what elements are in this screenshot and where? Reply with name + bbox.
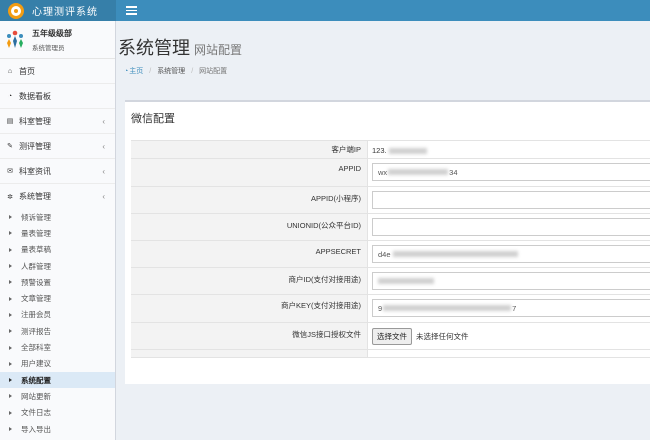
sidebar-item-dashboard[interactable]: ◔ 数据看板 xyxy=(0,84,115,109)
client-ip-value: 123. xyxy=(372,146,427,155)
dashboard-icon: ◔ xyxy=(124,68,129,75)
caret-right-icon xyxy=(9,215,12,220)
merchant-id-input[interactable] xyxy=(372,272,650,290)
form-row-appid: APPID wx 34 xyxy=(131,159,650,187)
chevron-left-icon: ‹ xyxy=(102,166,105,176)
field-label: 微信JS接口授权文件 xyxy=(131,323,368,349)
sidebar-item-label: 首页 xyxy=(19,66,35,76)
form-row-client-ip: 客户端IP 123. xyxy=(131,141,650,159)
sidebar-subitem[interactable]: 测评报告 xyxy=(0,323,115,339)
edit-icon: ✎ xyxy=(7,143,13,150)
appid-mini-input[interactable] xyxy=(372,191,650,209)
home-icon: ⌂ xyxy=(7,67,13,75)
caret-right-icon xyxy=(9,329,12,334)
sidebar: 五年级级部 系统管理员 ⌂ 首页 ◔ 数据看板 ▤ 科室管理 ‹ ✎ 测评管理 … xyxy=(0,21,116,440)
logo[interactable]: 心理测评系统 xyxy=(0,0,116,21)
caret-right-icon xyxy=(9,247,12,252)
caret-right-icon xyxy=(9,410,12,415)
sidebar-subitem-active[interactable]: 系统配置 xyxy=(0,371,115,389)
breadcrumb-current: 网站配置 xyxy=(199,68,228,75)
logo-icon xyxy=(8,2,24,19)
field-label: APPID xyxy=(131,159,368,186)
chevron-left-icon: ‹ xyxy=(102,116,105,126)
breadcrumb-home[interactable]: ◔主页 xyxy=(124,66,143,76)
caret-right-icon xyxy=(9,394,12,399)
field-label: APPSECRET xyxy=(131,241,368,267)
sidebar-item-home[interactable]: ⌂ 首页 xyxy=(0,59,115,84)
sidebar-subitem[interactable]: 注册会员 xyxy=(0,307,115,323)
caret-right-icon xyxy=(9,378,12,383)
table-icon: ▤ xyxy=(6,118,14,125)
unionid-input[interactable] xyxy=(372,218,650,236)
sidebar-subitem[interactable]: 量表管理 xyxy=(0,225,115,241)
wechat-config-panel: 微信配置 客户端IP 123. APPID wx 34 APPID(小程序) U… xyxy=(125,100,650,384)
field-label: 商户ID(支付对接用途) xyxy=(131,268,368,294)
no-file-text: 未选择任何文件 xyxy=(416,332,469,341)
sidebar-subitem[interactable]: 预警设置 xyxy=(0,274,115,290)
avatar xyxy=(4,29,26,51)
caret-right-icon xyxy=(9,345,12,350)
caret-right-icon xyxy=(9,264,12,269)
envelope-icon: ✉ xyxy=(7,168,13,175)
caret-right-icon xyxy=(9,361,12,366)
sidebar-subitem[interactable]: 文件日志 xyxy=(0,405,115,421)
app-title: 心理测评系统 xyxy=(32,7,98,18)
gear-icon: ✲ xyxy=(7,193,13,201)
sidebar-item-department[interactable]: ▤ 科室管理 ‹ xyxy=(0,109,115,134)
sidebar-item-label: 科室管理 xyxy=(19,116,51,126)
content-area: 系统管理 网站配置 ◔主页 / 系统管理 / 网站配置 微信配置 客户端IP 12… xyxy=(116,21,650,440)
sidebar-subitem[interactable]: 倾诉管理 xyxy=(0,209,115,225)
sidebar-item-label: 数据看板 xyxy=(19,91,51,101)
merchant-key-input[interactable]: 97 xyxy=(372,299,650,317)
config-form: 客户端IP 123. APPID wx 34 APPID(小程序) UNIONI… xyxy=(131,140,650,358)
user-name: 五年级级部 xyxy=(32,28,72,38)
field-label: 商户KEY(支付对接用途) xyxy=(131,295,368,322)
form-row-unionid: UNIONID(公众平台ID) xyxy=(131,214,650,241)
sidebar-item-system[interactable]: ✲ 系统管理 ‹ xyxy=(0,184,115,209)
sidebar-subitem[interactable]: 全部科室 xyxy=(0,339,115,355)
field-label: UNIONID(公众平台ID) xyxy=(131,214,368,240)
caret-right-icon xyxy=(9,296,12,301)
caret-right-icon xyxy=(9,280,12,285)
page-subtitle: 网站配置 xyxy=(194,43,243,57)
form-row-appid-mini: APPID(小程序) xyxy=(131,187,650,214)
appsecret-input[interactable]: d4e xyxy=(372,245,650,263)
sidebar-subitem[interactable]: 文章管理 xyxy=(0,290,115,306)
sidebar-subitem[interactable]: 网站更新 xyxy=(0,388,115,404)
chevron-left-icon: ‹ xyxy=(102,141,105,151)
sidebar-subitem[interactable]: 用户建议 xyxy=(0,356,115,372)
field-label: APPID(小程序) xyxy=(131,187,368,213)
sidebar-item-label: 测评管理 xyxy=(19,141,51,151)
chevron-left-icon: ‹ xyxy=(102,192,105,201)
page-title: 系统管理 网站配置 xyxy=(118,38,243,58)
appid-input[interactable]: wx 34 xyxy=(372,163,650,181)
top-navbar: 心理测评系统 xyxy=(0,0,650,21)
form-row-empty xyxy=(131,350,650,358)
sidebar-item-label: 系统管理 xyxy=(19,192,51,201)
user-role: 系统管理员 xyxy=(32,44,65,52)
user-panel: 五年级级部 系统管理员 xyxy=(0,21,115,59)
form-row-merchant-id: 商户ID(支付对接用途) xyxy=(131,268,650,295)
sidebar-item-news[interactable]: ✉ 科室资讯 ‹ xyxy=(0,159,115,184)
caret-right-icon xyxy=(9,231,12,236)
form-row-appsecret: APPSECRET d4e xyxy=(131,241,650,268)
sidebar-subitem[interactable]: 导入导出 xyxy=(0,421,115,437)
caret-right-icon xyxy=(9,312,12,317)
panel-title: 微信配置 xyxy=(131,113,175,125)
sidebar-item-label: 科室资讯 xyxy=(19,166,51,176)
js-file-picker: 选择文件 未选择任何文件 xyxy=(372,328,469,345)
field-label: 客户端IP xyxy=(131,141,368,158)
sidebar-subitem[interactable]: 量表草稿 xyxy=(0,242,115,258)
sidebar-subitem[interactable]: 人群管理 xyxy=(0,258,115,274)
sidebar-toggle-button[interactable] xyxy=(120,0,142,21)
breadcrumb: ◔主页 / 系统管理 / 网站配置 xyxy=(124,66,228,76)
menu-icon xyxy=(125,6,137,8)
form-row-js-file: 微信JS接口授权文件 选择文件 未选择任何文件 xyxy=(131,323,650,350)
choose-file-button[interactable]: 选择文件 xyxy=(372,328,412,345)
caret-right-icon xyxy=(9,427,12,431)
breadcrumb-section[interactable]: 系统管理 xyxy=(157,66,185,76)
sidebar-item-assessment[interactable]: ✎ 测评管理 ‹ xyxy=(0,134,115,159)
form-row-merchant-key: 商户KEY(支付对接用途) 97 xyxy=(131,295,650,323)
dashboard-icon: ◔ xyxy=(7,92,13,100)
